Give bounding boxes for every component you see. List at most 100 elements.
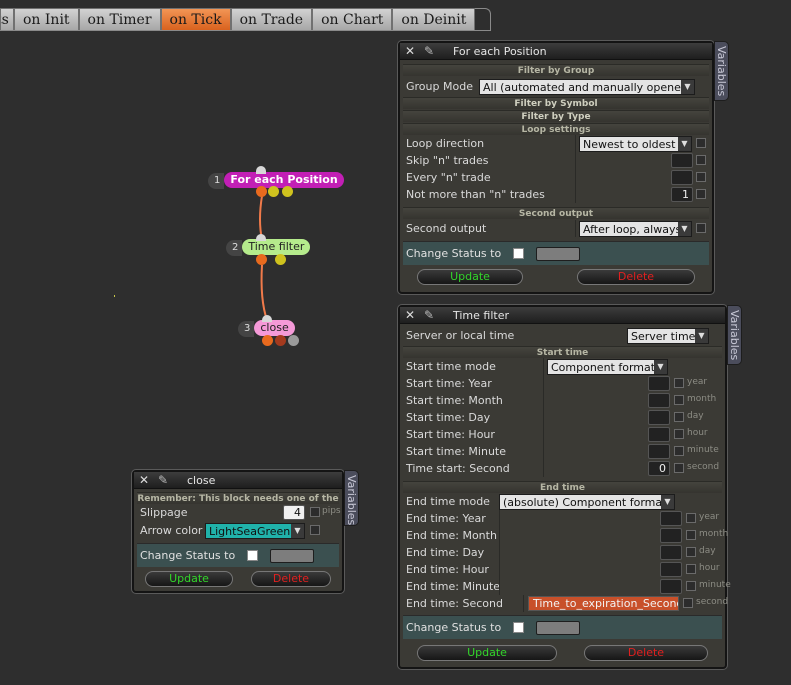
variables-tab[interactable]: Variables [344, 470, 359, 526]
update-button[interactable]: Update [145, 571, 233, 587]
node-input-port[interactable] [256, 234, 266, 241]
change-status-checkbox[interactable] [247, 550, 259, 561]
variables-tab[interactable]: Variables [727, 305, 742, 365]
field-label: Start time: Day [406, 411, 491, 424]
variables-tab[interactable]: Variables [714, 41, 729, 101]
variable-checkbox[interactable] [674, 429, 684, 439]
node-output-port[interactable] [275, 254, 286, 265]
chevron-down-icon: ▼ [678, 137, 691, 151]
arrow-color-select[interactable]: LightSeaGreen ▼ [205, 523, 305, 539]
time-value-input[interactable] [648, 444, 670, 459]
section-filter-by-type[interactable]: Filter by Type [403, 110, 709, 122]
time-value-input[interactable] [648, 410, 670, 425]
node-output-port[interactable] [262, 335, 273, 346]
variable-checkbox[interactable] [674, 395, 684, 405]
delete-button[interactable]: Delete [577, 269, 695, 285]
section-filter-by-symbol[interactable]: Filter by Symbol [403, 97, 709, 109]
variable-checkbox[interactable] [686, 547, 696, 557]
variable-checkbox[interactable] [686, 530, 696, 540]
close-icon[interactable]: ✕ [403, 44, 417, 58]
change-status-label: Change Status to [406, 621, 502, 634]
variable-checkbox[interactable] [696, 223, 706, 233]
section-end-time: End time [403, 481, 722, 493]
node-output-port[interactable] [288, 335, 299, 346]
variable-checkbox[interactable] [674, 412, 684, 422]
pin-icon[interactable]: ✎ [151, 473, 175, 487]
time-row: End time: Hour hour [403, 561, 722, 578]
loop-direction-select[interactable]: Newest to oldest ▼ [579, 136, 692, 152]
variable-checkbox[interactable] [696, 138, 706, 148]
status-color-swatch[interactable] [270, 548, 315, 563]
variable-checkbox[interactable] [683, 598, 693, 608]
unit-label: hour [687, 428, 708, 438]
time-row: End time: Month month [403, 527, 728, 544]
variable-checkbox[interactable] [686, 513, 696, 523]
close-icon[interactable]: ✕ [137, 473, 151, 487]
time-value-input[interactable] [660, 528, 682, 543]
variable-checkbox[interactable] [686, 581, 696, 591]
panel-close: Variables ✕ ✎ close Remember: This block… [132, 470, 359, 593]
pin-icon[interactable]: ✎ [417, 44, 441, 58]
group-mode-select[interactable]: All (automated and manually opened) ▼ [479, 78, 695, 95]
chevron-down-icon: ▼ [291, 524, 304, 538]
delete-button[interactable]: Delete [251, 571, 331, 587]
node-input-port[interactable] [262, 315, 272, 322]
node-output-port[interactable] [282, 186, 293, 197]
node-output-port[interactable] [275, 335, 286, 346]
change-status-label: Change Status to [140, 549, 236, 562]
time-value-input[interactable] [660, 545, 682, 560]
variable-checkbox[interactable] [674, 463, 684, 473]
unit-label: year [699, 512, 720, 522]
variable-checkbox[interactable] [674, 378, 684, 388]
close-icon[interactable]: ✕ [403, 308, 417, 322]
end-mode-select[interactable]: (absolute) Component format ▼ [499, 494, 675, 510]
time-value-input[interactable] [660, 579, 682, 594]
row-arrow-color: Arrow color LightSeaGreen ▼ [137, 521, 339, 540]
variable-checkbox[interactable] [686, 564, 696, 574]
time-value-input[interactable] [648, 427, 670, 442]
variable-checkbox[interactable] [674, 446, 684, 456]
slippage-input[interactable]: 4 [283, 505, 305, 520]
panel-time-filter: Variables ✕ ✎ Time filter Server or loca… [398, 305, 742, 669]
change-status-checkbox[interactable] [513, 248, 525, 259]
status-color-swatch[interactable] [536, 246, 581, 261]
start-mode-select[interactable]: Component format ▼ [547, 359, 668, 375]
unit-label: second [696, 597, 729, 607]
row-slippage: Slippage 4 pips [137, 504, 341, 521]
variable-checkbox[interactable] [310, 525, 320, 535]
server-time-select[interactable]: Server time ▼ [627, 327, 709, 344]
time-value-input[interactable] [648, 393, 670, 408]
section-filter-by-group[interactable]: Filter by Group [403, 64, 709, 76]
node-output-port[interactable] [256, 186, 267, 197]
end-second-variable-field[interactable]: Time_to_expiration_Seconds [528, 596, 679, 611]
not-more-than-input[interactable]: 1 [671, 187, 693, 202]
time-value-input[interactable] [660, 562, 682, 577]
chevron-down-icon: ▼ [695, 328, 708, 343]
skip-trades-input[interactable] [671, 153, 693, 168]
unit-label: month [699, 529, 729, 539]
delete-button[interactable]: Delete [584, 645, 708, 661]
change-status-checkbox[interactable] [513, 622, 525, 633]
time-row: Start time: Year year [403, 375, 722, 392]
status-color-swatch[interactable] [536, 620, 581, 635]
time-value-input[interactable] [660, 511, 682, 526]
time-value-input[interactable] [648, 376, 670, 391]
field-label: End time: Hour [406, 563, 489, 576]
graph-node-close[interactable]: 3 close [238, 320, 295, 337]
pin-icon[interactable]: ✎ [417, 308, 441, 322]
time-row: End time: Year year [403, 510, 722, 527]
variable-checkbox[interactable] [696, 155, 706, 165]
second-output-select[interactable]: After loop, always ▼ [579, 221, 692, 237]
variable-checkbox[interactable] [310, 507, 320, 517]
update-button[interactable]: Update [417, 645, 557, 661]
node-input-port[interactable] [256, 166, 266, 174]
time-value-input[interactable]: 0 [648, 461, 670, 476]
node-output-port[interactable] [268, 186, 279, 197]
panel-title: close [187, 473, 216, 487]
variable-checkbox[interactable] [696, 172, 706, 182]
every-trade-input[interactable] [671, 170, 693, 185]
variable-checkbox[interactable] [696, 189, 706, 199]
node-output-port[interactable] [256, 254, 267, 265]
update-button[interactable]: Update [417, 269, 523, 285]
graph-node-time-filter[interactable]: 2 Time filter [226, 239, 311, 256]
